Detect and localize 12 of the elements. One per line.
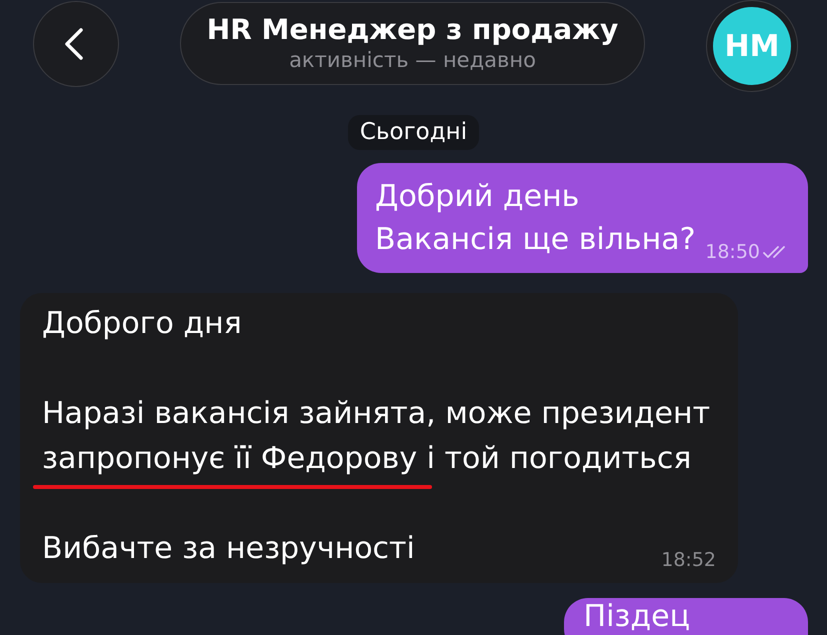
chat-title: HR Менеджер з продажу	[206, 13, 618, 47]
message-text: Доброго дня	[42, 305, 242, 343]
message-time: 18:50	[705, 241, 760, 263]
message-text: Наразі вакансія зайнята, може президент запропонує її Федорову і той погодиться	[42, 395, 712, 478]
message-text: Піздец	[584, 601, 690, 633]
chat-header-pill[interactable]: HR Менеджер з продажу активність — недавно	[180, 2, 645, 85]
message-time: 18:52	[661, 549, 716, 571]
last-seen-status: активність — недавно	[289, 47, 536, 74]
chevron-left-icon	[64, 28, 84, 60]
date-separator: Сьогодні	[348, 115, 480, 150]
message-text: Добрий день Вакансія ще вільна?	[375, 178, 697, 259]
message-text: Вибачте за незручності	[42, 530, 415, 568]
